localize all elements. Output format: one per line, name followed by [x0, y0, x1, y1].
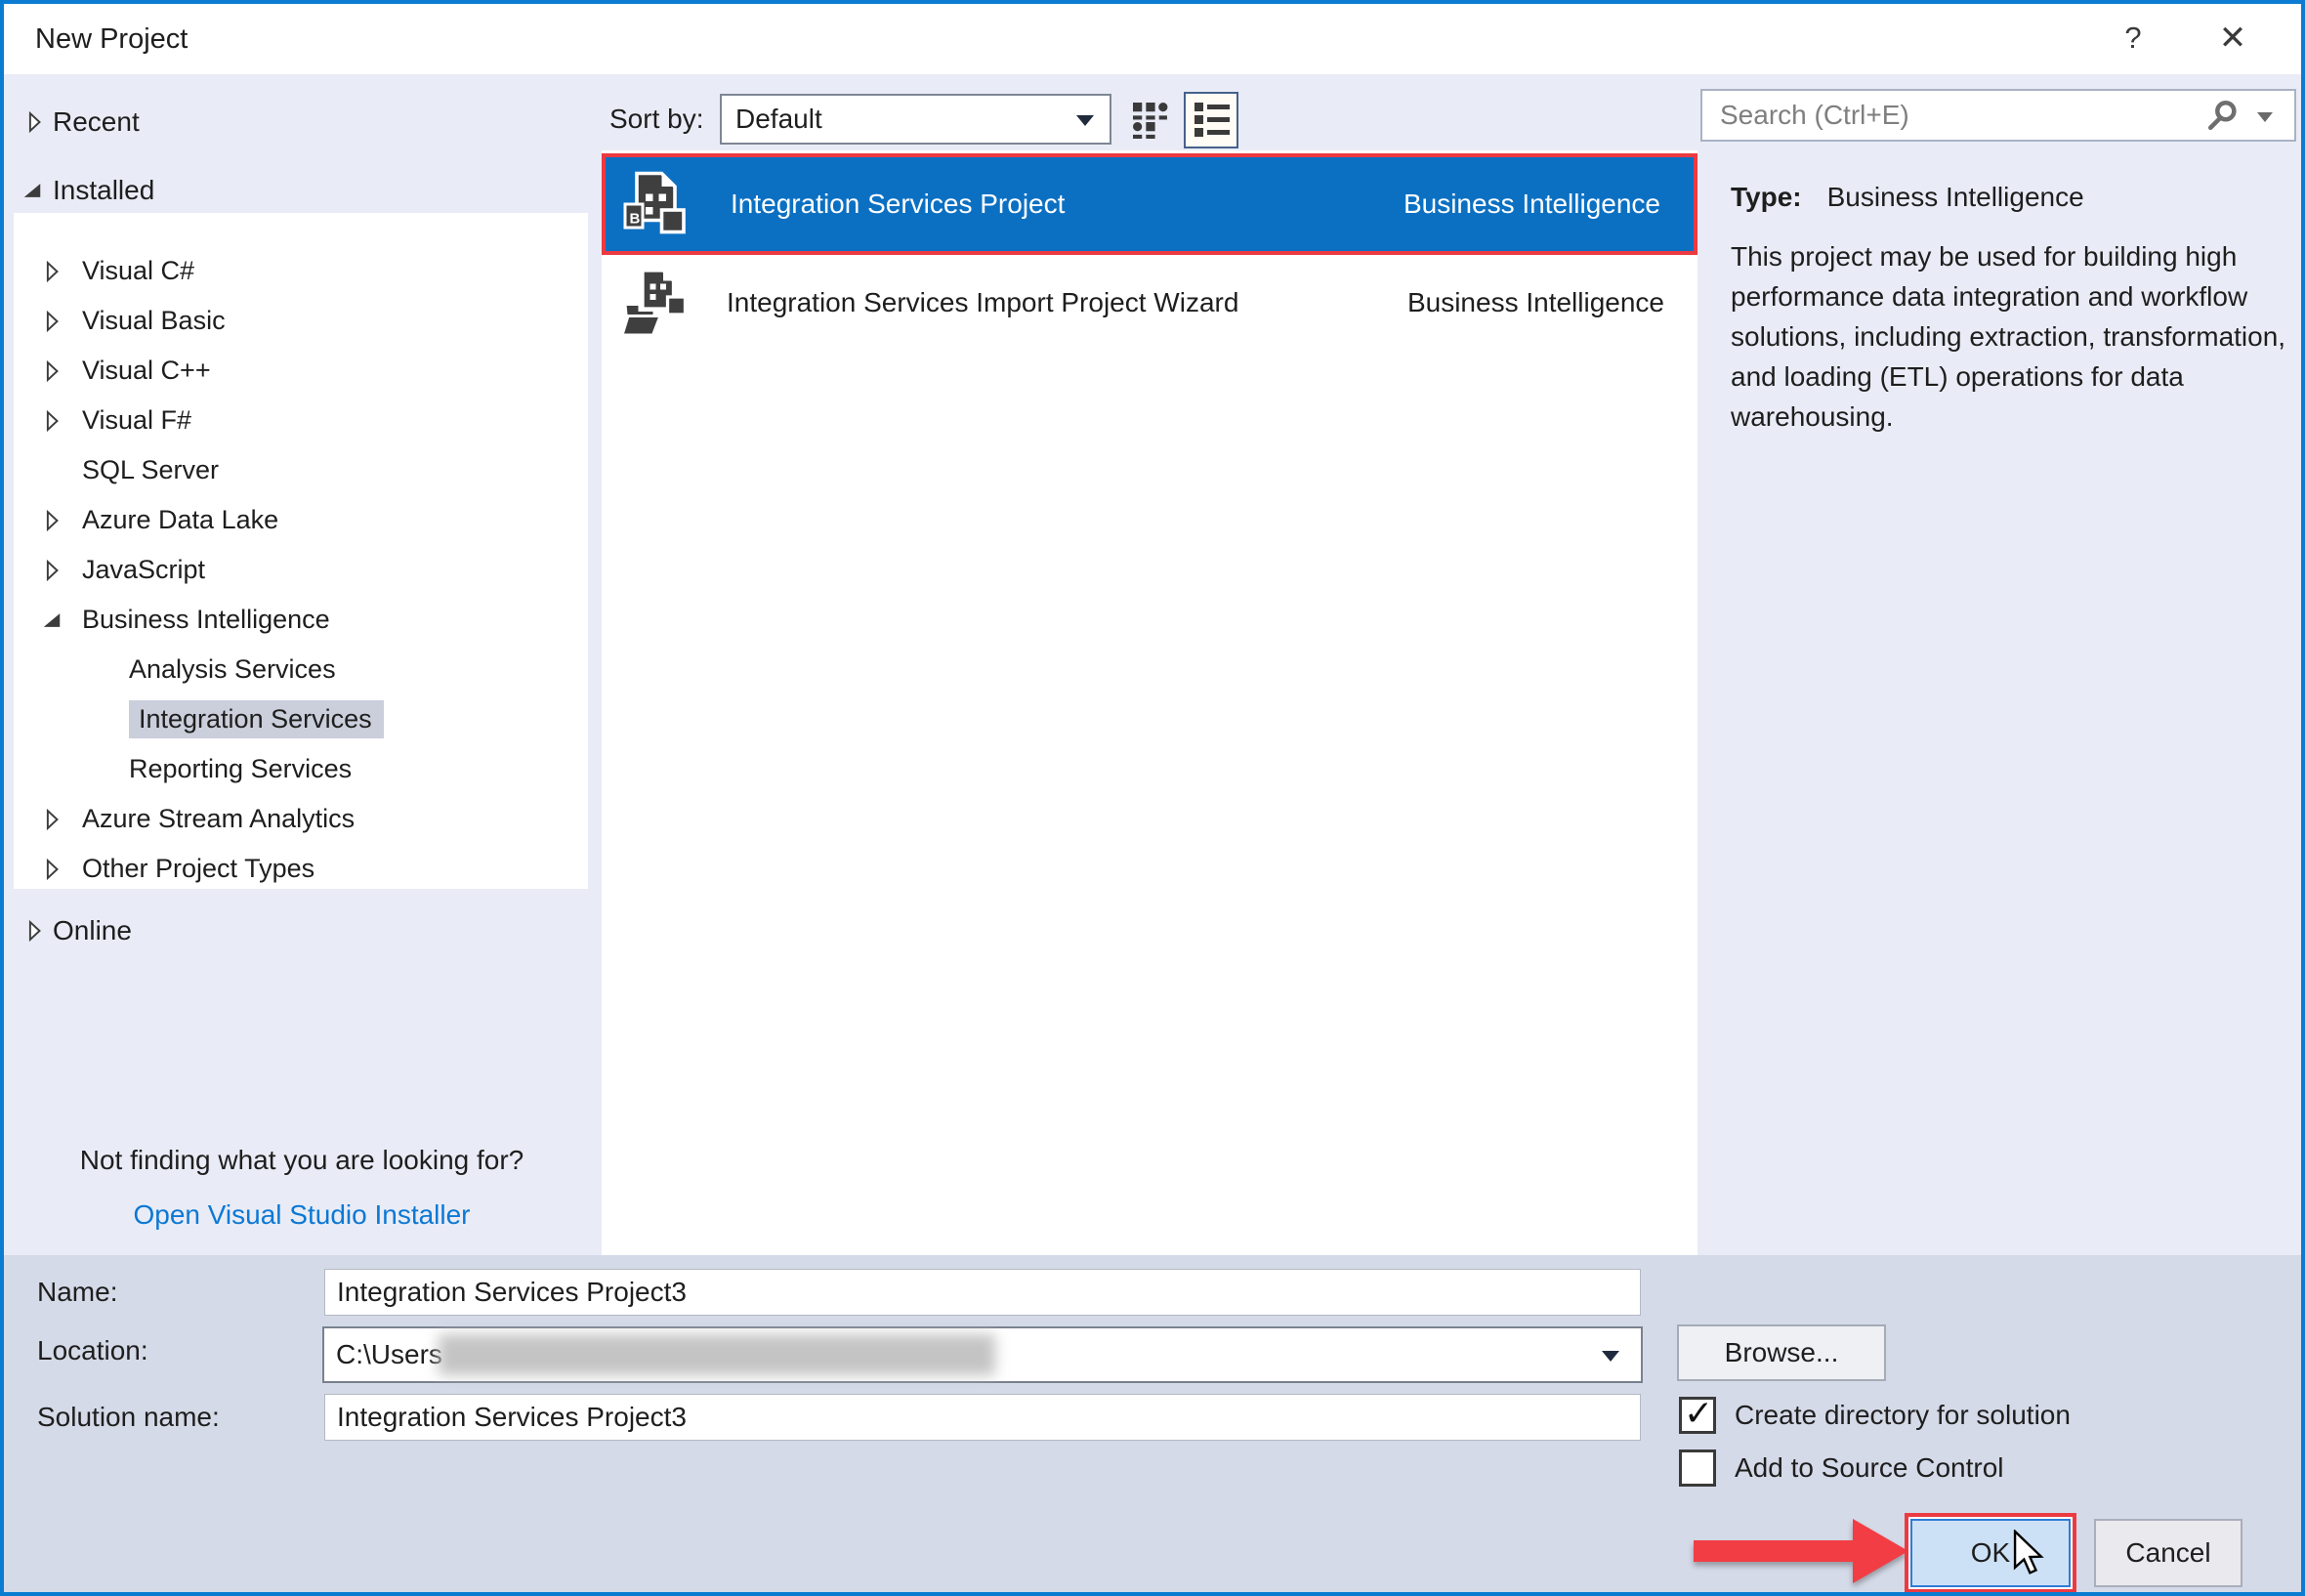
project-form-panel: Name: Integration Services Project3 Loca… [4, 1255, 2301, 1592]
chevron-collapsed-icon [41, 560, 63, 581]
annotation-arrow-icon [1694, 1517, 1910, 1590]
tree-item-label: Azure Stream Analytics [82, 804, 355, 833]
tree-item-label: Installed [53, 166, 154, 215]
installed-tree-panel: Visual C# Visual Basic Visual C++ Visual F#… [14, 213, 588, 889]
chevron-collapsed-icon [41, 410, 63, 432]
browse-button[interactable]: Browse... [1677, 1324, 1886, 1381]
tree-item-label: JavaScript [82, 555, 205, 584]
tree-item-javascript[interactable]: JavaScript [14, 546, 588, 594]
tree-item-label: Azure Data Lake [82, 505, 278, 534]
tree-item-reporting-services[interactable]: Reporting Services [14, 745, 588, 793]
create-directory-label: Create directory for solution [1735, 1397, 2071, 1434]
type-value: Business Intelligence [1827, 182, 2084, 212]
tree-item-label: Visual F# [82, 405, 191, 435]
tree-item-label: Business Intelligence [82, 605, 330, 634]
list-view-button[interactable] [1184, 92, 1238, 148]
tree-item-installed[interactable]: Installed [4, 166, 590, 215]
tree-item-integration-services[interactable]: Integration Services [14, 695, 588, 743]
template-category: Business Intelligence [1407, 256, 1664, 349]
template-type-row: Type: Business Intelligence [1731, 182, 2084, 213]
mouse-cursor-icon [2008, 1530, 2047, 1581]
help-button[interactable]: ? [2094, 4, 2172, 74]
chevron-collapsed-icon [41, 360, 63, 382]
chevron-collapsed-icon [41, 311, 63, 332]
list-view-icon [1194, 125, 1230, 142]
location-value: C:\Users [336, 1328, 442, 1381]
tree-item-visual-f-[interactable]: Visual F# [14, 397, 588, 444]
search-options-caret-icon[interactable] [2257, 112, 2273, 122]
add-source-control-label: Add to Source Control [1735, 1449, 2004, 1487]
title-bar: New Project ? ✕ [4, 4, 2301, 74]
tree-item-label: Other Project Types [82, 854, 314, 883]
tree-item-other-project-types[interactable]: Other Project Types [14, 845, 588, 893]
project-template-icon: B [619, 169, 690, 239]
tree-item-online[interactable]: Online [4, 906, 590, 955]
sort-by-label: Sort by: [609, 94, 703, 145]
search-input[interactable]: Search (Ctrl+E) [1700, 89, 2296, 142]
tree-item-visual-c-[interactable]: Visual C# [14, 247, 588, 295]
cancel-button[interactable]: Cancel [2094, 1519, 2242, 1587]
chevron-expanded-icon [41, 609, 63, 631]
tree-item-visual-basic[interactable]: Visual Basic [14, 297, 588, 345]
chevron-collapsed-icon [41, 510, 63, 531]
svg-text:B: B [630, 211, 641, 228]
grid-view-icon [1133, 126, 1170, 143]
template-item-integration-services-import-project-wizard[interactable]: Integration Services Import Project Wiza… [602, 256, 1697, 349]
search-icon[interactable] [2206, 99, 2240, 137]
sort-by-dropdown[interactable]: Default [720, 94, 1111, 145]
location-redacted-blur [439, 1334, 995, 1375]
template-description: This project may be used for building hi… [1731, 236, 2295, 437]
location-label: Location: [37, 1327, 148, 1374]
tree-item-analysis-services[interactable]: Analysis Services [14, 646, 588, 693]
tree-item-label: Integration Services [129, 700, 384, 738]
close-button[interactable]: ✕ [2194, 4, 2272, 74]
template-name: Integration Services Project [731, 157, 1065, 251]
ok-button-annotation-ring: OK [1905, 1513, 2076, 1593]
new-project-dialog: New Project ? ✕ Recent Installed Visual … [0, 0, 2305, 1596]
tree-item-label: Visual C# [82, 256, 194, 285]
small-icons-view-button[interactable] [1125, 96, 1176, 145]
not-finding-text: Not finding what you are looking for? [4, 1145, 600, 1176]
tree-item-azure-stream-analytics[interactable]: Azure Stream Analytics [14, 795, 588, 843]
tree-item-recent[interactable]: Recent [4, 98, 590, 147]
tree-item-label: SQL Server [82, 455, 219, 484]
tree-item-label: Reporting Services [129, 754, 352, 783]
tree-item-business-intelligence[interactable]: Business Intelligence [14, 596, 588, 644]
solution-name-input[interactable]: Integration Services Project3 [324, 1394, 1641, 1441]
chevron-expanded-icon [21, 180, 43, 201]
chevron-collapsed-icon [41, 261, 63, 282]
search-placeholder: Search (Ctrl+E) [1720, 91, 1909, 140]
create-directory-checkbox[interactable]: ✓ [1679, 1397, 1716, 1434]
tree-item-label: Visual C++ [82, 356, 211, 385]
chevron-collapsed-icon [23, 920, 45, 942]
type-label: Type: [1731, 182, 1802, 212]
name-label: Name: [37, 1269, 117, 1316]
dialog-title: New Project [35, 4, 188, 74]
tree-item-visual-c-[interactable]: Visual C++ [14, 347, 588, 395]
category-tree: Recent Installed Visual C#Visual BasicVi… [4, 74, 600, 1255]
chevron-collapsed-icon [41, 809, 63, 830]
chevron-collapsed-icon [23, 111, 45, 133]
tree-item-sql-server[interactable]: SQL Server [14, 446, 588, 494]
chevron-down-icon [1076, 115, 1094, 126]
tree-item-label: Online [53, 906, 132, 955]
tree-item-label: Analysis Services [129, 654, 336, 684]
template-name: Integration Services Import Project Wiza… [727, 256, 1238, 349]
tree-item-label: Visual Basic [82, 306, 226, 335]
location-combobox[interactable]: C:\Users [322, 1326, 1643, 1383]
solution-name-label: Solution name: [37, 1394, 220, 1441]
chevron-down-icon [1602, 1351, 1619, 1362]
name-input[interactable]: Integration Services Project3 [324, 1269, 1641, 1316]
tree-item-label: Recent [53, 98, 140, 147]
checkmark-icon: ✓ [1684, 1393, 1713, 1434]
template-item-integration-services-project[interactable]: B Integration Services Project Business In… [602, 153, 1697, 255]
wizard-template-icon [619, 268, 690, 338]
template-category: Business Intelligence [1404, 157, 1660, 251]
template-list: B Integration Services Project Business In… [602, 150, 1697, 1255]
chevron-collapsed-icon [41, 859, 63, 880]
sort-by-value: Default [735, 96, 822, 143]
open-vs-installer-link[interactable]: Open Visual Studio Installer [4, 1199, 600, 1231]
tree-item-azure-data-lake[interactable]: Azure Data Lake [14, 496, 588, 544]
add-source-control-checkbox[interactable]: ✓ [1679, 1449, 1716, 1487]
